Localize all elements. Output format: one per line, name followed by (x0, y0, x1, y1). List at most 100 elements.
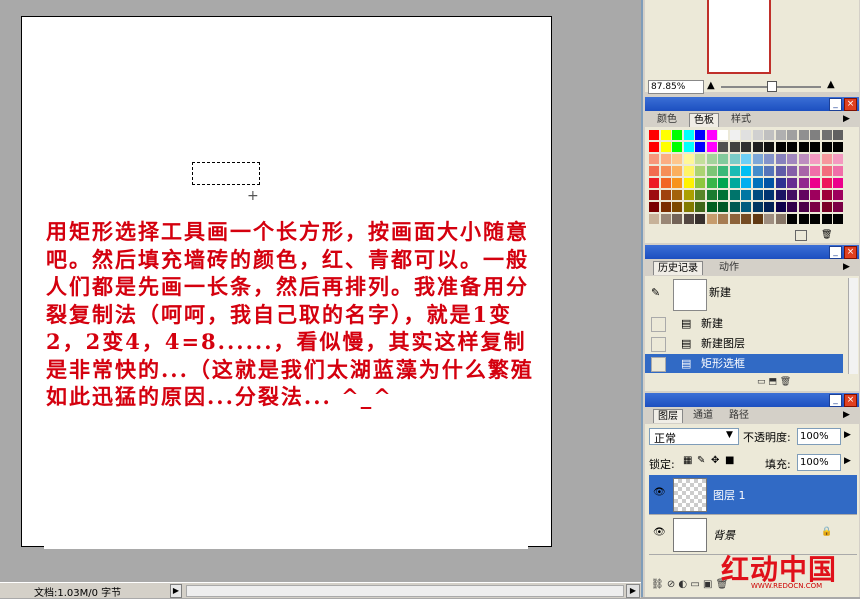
minimize-icon[interactable]: _ (829, 246, 842, 259)
scroll-right-arrow-icon[interactable]: ▶ (626, 584, 640, 598)
swatch[interactable] (718, 178, 728, 188)
swatch[interactable] (833, 154, 843, 164)
swatch[interactable] (798, 166, 809, 176)
lock-transparency-icon[interactable]: ▦ (683, 455, 692, 466)
swatch[interactable] (787, 214, 797, 224)
layer-row[interactable]: 👁 图层 1 (649, 475, 857, 515)
swatch[interactable] (706, 142, 717, 152)
panel-menu-icon[interactable]: ▶ (843, 410, 850, 420)
swatch[interactable] (683, 154, 694, 164)
swatch[interactable] (695, 178, 705, 188)
tab-color[interactable]: 颜色 (653, 113, 681, 126)
swatch[interactable] (833, 178, 843, 188)
swatch[interactable] (672, 202, 682, 212)
close-icon[interactable]: × (844, 246, 857, 259)
swatch[interactable] (833, 142, 843, 152)
swatch[interactable] (649, 190, 659, 200)
swatch[interactable] (695, 154, 705, 164)
swatch[interactable] (649, 178, 659, 188)
swatch[interactable] (695, 142, 705, 152)
swatch[interactable] (672, 178, 682, 188)
swatch[interactable] (775, 178, 786, 188)
swatch[interactable] (787, 202, 797, 212)
swatch[interactable] (833, 214, 843, 224)
swatch[interactable] (672, 214, 682, 224)
swatch[interactable] (810, 166, 820, 176)
swatch[interactable] (718, 154, 728, 164)
swatch[interactable] (810, 142, 820, 152)
blend-mode-select[interactable]: 正常 ▼ (649, 428, 739, 445)
swatch[interactable] (810, 154, 820, 164)
swatch[interactable] (706, 190, 717, 200)
swatch[interactable] (752, 214, 763, 224)
swatch[interactable] (695, 190, 705, 200)
swatch[interactable] (660, 130, 671, 140)
swatch[interactable] (798, 154, 809, 164)
tab-channels[interactable]: 通道 (689, 409, 717, 422)
zoom-in-icon[interactable]: ▲ (827, 80, 837, 90)
swatch[interactable] (764, 202, 774, 212)
swatch[interactable] (798, 178, 809, 188)
swatch[interactable] (729, 214, 740, 224)
tab-styles[interactable]: 样式 (727, 113, 755, 126)
swatch[interactable] (660, 178, 671, 188)
swatch[interactable] (683, 202, 694, 212)
history-item[interactable]: ▤ 矩形选框 (645, 354, 843, 373)
swatch[interactable] (787, 130, 797, 140)
swatch[interactable] (718, 130, 728, 140)
tab-swatches[interactable]: 色板 (689, 113, 719, 127)
swatch[interactable] (833, 190, 843, 200)
fill-arrow-icon[interactable]: ▶ (844, 456, 851, 466)
swatches-panel-titlebar[interactable]: _ × (645, 97, 859, 111)
horizontal-scrollbar[interactable] (186, 585, 624, 597)
swatch[interactable] (672, 142, 682, 152)
swatch[interactable] (683, 166, 694, 176)
document-workspace[interactable]: + 用矩形选择工具画一个长方形，按画面大小随意吧。然后填充墙砖的颜色，红、青都可… (0, 0, 641, 582)
swatch[interactable] (833, 202, 843, 212)
swatch[interactable] (672, 190, 682, 200)
swatch[interactable] (764, 154, 774, 164)
panel-menu-icon[interactable]: ▶ (843, 262, 850, 272)
swatch[interactable] (821, 154, 832, 164)
swatch[interactable] (752, 154, 763, 164)
swatch[interactable] (741, 190, 751, 200)
swatch[interactable] (821, 142, 832, 152)
status-menu-arrow-icon[interactable]: ▶ (170, 584, 182, 598)
swatch[interactable] (764, 130, 774, 140)
visibility-eye-icon[interactable]: 👁 (653, 487, 666, 498)
swatch[interactable] (683, 178, 694, 188)
swatch[interactable] (821, 190, 832, 200)
swatch[interactable] (764, 214, 774, 224)
swatch[interactable] (695, 130, 705, 140)
swatch[interactable] (764, 166, 774, 176)
swatch[interactable] (660, 142, 671, 152)
swatch[interactable] (718, 142, 728, 152)
panel-menu-icon[interactable]: ▶ (843, 114, 850, 124)
swatch[interactable] (706, 178, 717, 188)
swatch[interactable] (810, 214, 820, 224)
swatch[interactable] (752, 130, 763, 140)
swatch[interactable] (810, 190, 820, 200)
swatch[interactable] (729, 166, 740, 176)
swatch[interactable] (798, 190, 809, 200)
swatch[interactable] (775, 142, 786, 152)
swatch[interactable] (672, 130, 682, 140)
swatch[interactable] (741, 154, 751, 164)
swatch[interactable] (718, 214, 728, 224)
swatch[interactable] (821, 166, 832, 176)
swatch[interactable] (683, 214, 694, 224)
swatch[interactable] (660, 154, 671, 164)
lock-brush-icon[interactable]: ✎ (697, 455, 705, 466)
lock-all-icon[interactable]: ■ (725, 455, 734, 466)
swatch[interactable] (787, 190, 797, 200)
tab-history[interactable]: 历史记录 (653, 261, 703, 275)
swatch[interactable] (660, 214, 671, 224)
swatch[interactable] (695, 214, 705, 224)
swatch[interactable] (798, 202, 809, 212)
lock-move-icon[interactable]: ✥ (711, 455, 719, 466)
swatch[interactable] (821, 178, 832, 188)
swatch[interactable] (764, 142, 774, 152)
swatch[interactable] (729, 190, 740, 200)
swatch[interactable] (821, 202, 832, 212)
swatch[interactable] (706, 202, 717, 212)
